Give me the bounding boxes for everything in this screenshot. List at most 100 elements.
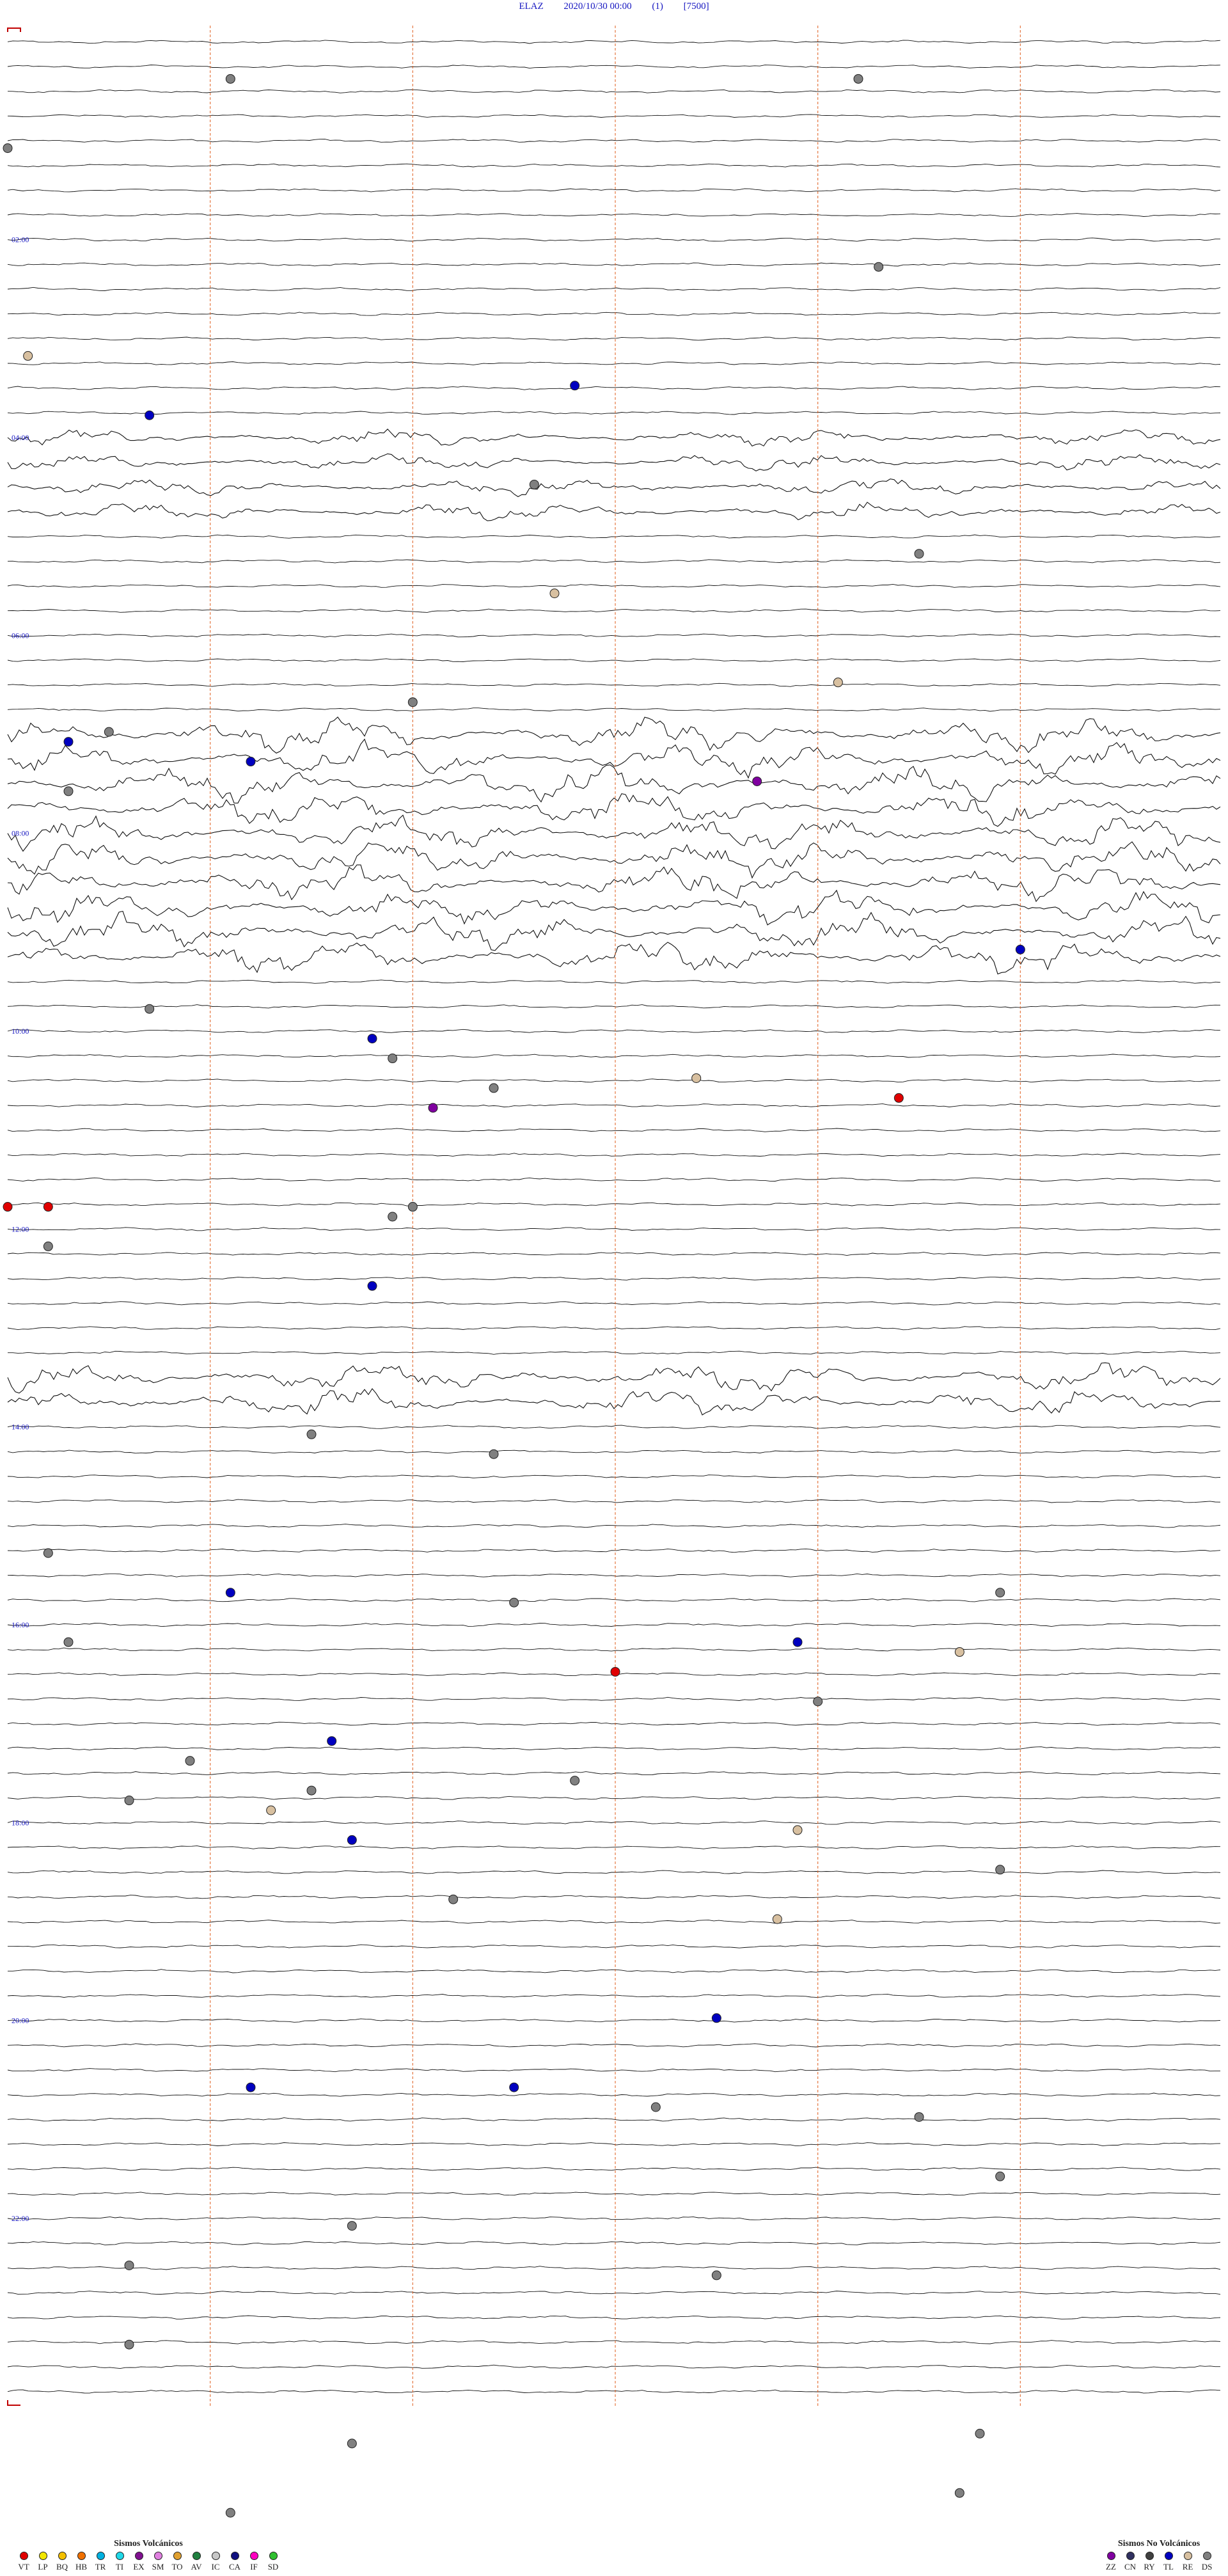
legend-nonvolcanic-label: TL [1163,2562,1174,2572]
trace-line [7,1573,1221,1577]
trace-line [7,2315,1221,2319]
legend-volcanic-av: AV [188,2552,205,2572]
event-marker-ds [813,1696,823,1707]
trace-line [7,1326,1221,1331]
legend-nonvolcanic-label: CN [1124,2562,1137,2572]
hour-label: 06:00 [12,631,29,640]
legend-volcanic-ex: EX [130,2552,147,2572]
event-marker-ds [185,1756,195,1766]
event-marker-ds [489,1449,499,1459]
trace-line [7,1746,1221,1751]
trace-line [7,1474,1221,1479]
legend-volcanic-dot-icon [154,2552,162,2560]
trace-line [7,1598,1221,1602]
trace-line [7,2092,1221,2097]
event-marker-tl [347,1835,357,1845]
trace-line [7,1362,1221,1394]
legend-volcanic-ic: IC [207,2552,224,2572]
event-marker-re [549,589,560,599]
legend-nonvolcanic-dot-icon [1106,2552,1115,2560]
event-marker-ds [509,1597,519,1608]
event-marker-vt [893,1093,904,1103]
event-marker-ds [347,2221,357,2231]
event-marker-vt [3,1202,13,1212]
event-marker-ds [63,786,74,796]
event-marker-ds [306,1429,317,1439]
event-marker-tl [1015,944,1025,954]
event-marker-ds [711,2270,721,2280]
trace-line [7,1796,1221,1800]
event-marker-ds [995,1588,1005,1598]
trace-line [7,1647,1221,1652]
legend-volcanic-label: AV [191,2562,202,2572]
trace-line [7,163,1221,168]
trace-line [7,2167,1221,2171]
event-marker-ds [124,2260,134,2270]
hour-label: 22:00 [12,2214,29,2223]
trace-line [7,1870,1221,1874]
event-marker-ds [43,1548,53,1558]
legend-nonvolcanic-label: DS [1201,2562,1213,2572]
event-marker-ds [448,1894,459,1904]
trace-line [7,1450,1221,1454]
event-marker-ds [124,2339,134,2350]
trace-line [7,707,1221,712]
trace-line [7,2340,1221,2344]
legend-volcanic-dot-icon [58,2552,67,2560]
event-marker-re [792,1825,803,1835]
trace-line [7,1054,1221,1058]
event-marker-re [833,677,843,688]
legend-volcanic-lp: LP [35,2552,51,2572]
legend-volcanic-sd: SD [265,2552,281,2572]
event-marker-ds [874,262,884,272]
legend-volcanic-dot-icon [192,2552,201,2560]
trace-line [7,1524,1221,1528]
trace-line [7,910,1221,951]
legend-volcanic-dot-icon [77,2552,86,2560]
event-marker-re [23,351,33,361]
trace-line [7,1721,1221,1726]
trace-line [7,1029,1221,1033]
trace-line [7,1128,1221,1132]
trace-line [7,2043,1221,2048]
legend-nonvolcanic-dot-icon [1126,2552,1135,2560]
hour-label: 20:00 [12,2016,29,2025]
event-marker-ds [225,74,235,84]
trace-line [7,793,1221,827]
trace-line [7,2241,1221,2245]
trace-line [7,1252,1221,1256]
legend-nonvolcanic-label: RE [1182,2562,1193,2572]
event-marker-ds [489,1083,499,1093]
legend-volcanic-to: TO [169,2552,185,2572]
trace-line [7,40,1221,44]
legend-nonvolcanic-dot-icon [1202,2552,1211,2560]
legend-volcanic-label: TO [171,2562,183,2572]
legend-volcanic-label: IC [211,2562,220,2572]
trace-line [7,1276,1221,1281]
trace-line [7,89,1221,93]
legend-nonvolcanic-dot-icon [1183,2552,1192,2560]
trace-line [7,2018,1221,2023]
legend-volcanic-dot-icon [230,2552,239,2560]
trace-line [7,1993,1221,1998]
legend-volcanic-label: IF [250,2562,258,2572]
legend-volcanic: Sismos Volcánicos VT LP BQ HB TR TI EX SM TO AV IC… [15,2539,281,2572]
event-marker-tl [509,2082,519,2092]
trace-line [7,2142,1221,2147]
event-marker-ds [570,1776,580,1786]
event-marker-ds [529,479,539,489]
trace-line [8,1944,1221,1948]
trace-line [7,683,1221,687]
event-marker-ds [63,1637,74,1647]
event-marker-ds [954,2488,964,2498]
legend-volcanic-ca: CA [226,2552,243,2572]
trace-line [7,453,1221,471]
event-marker-tl [246,2082,256,2092]
end-bracket-icon [7,2400,20,2406]
trace-line [7,138,1221,143]
event-marker-tl [792,1637,803,1647]
trace-line [7,336,1221,341]
trace-line [7,502,1221,521]
legend-volcanic-dot-icon [211,2552,220,2560]
trace-line [7,411,1221,415]
